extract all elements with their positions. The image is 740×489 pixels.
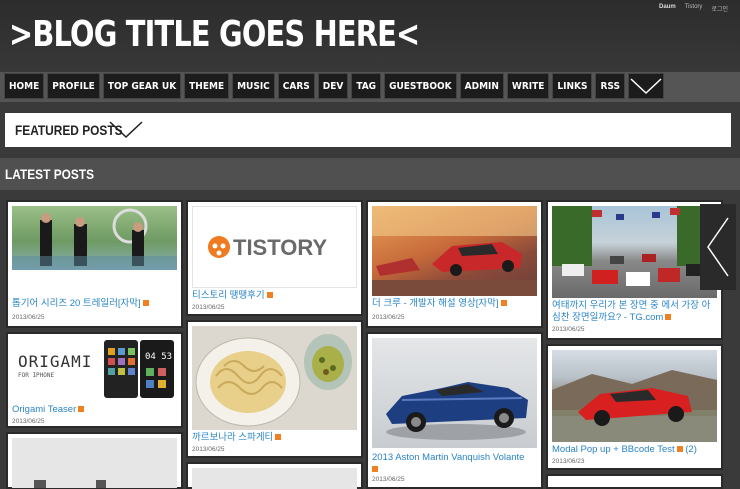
rss-icon bbox=[676, 446, 683, 453]
slider-prev-button[interactable] bbox=[700, 204, 736, 290]
featured-posts-label: FEATURED POSTS bbox=[15, 122, 123, 138]
nav-item-cars[interactable]: CARS bbox=[277, 73, 315, 99]
post-card[interactable] bbox=[186, 462, 363, 489]
post-thumbnail: TISTORY bbox=[192, 206, 357, 288]
nav-item-dev[interactable]: DEV bbox=[317, 73, 349, 99]
nav-item-admin[interactable]: ADMIN bbox=[459, 73, 504, 99]
blog-title[interactable]: >BLOG TITLE GOES HERE< bbox=[9, 14, 420, 55]
nav-item-links[interactable]: LINKS bbox=[552, 73, 593, 99]
post-date: 2013/06/23 bbox=[552, 458, 585, 465]
nav-item-tag[interactable]: TAG bbox=[351, 73, 382, 99]
rss-icon bbox=[142, 300, 149, 307]
post-date: 2013/06/25 bbox=[12, 314, 45, 321]
post-card[interactable]: 2013 Aston Martin Vanquish Volante 2013/… bbox=[366, 332, 543, 489]
latest-posts-label: LATEST POSTS bbox=[5, 166, 95, 182]
post-date: 2013/06/25 bbox=[12, 418, 45, 425]
rss-icon bbox=[500, 300, 507, 307]
post-title[interactable]: 더 크루 - 개발자 해설 영상[자막] bbox=[372, 298, 507, 310]
post-thumbnail bbox=[12, 438, 177, 488]
post-title[interactable]: 까르보나라 스파게티 bbox=[192, 432, 282, 444]
post-card[interactable] bbox=[6, 432, 183, 489]
post-date: 2013/06/25 bbox=[192, 304, 225, 311]
post-title[interactable]: Origami Teaser bbox=[12, 404, 85, 416]
post-card[interactable]: 여태까지 우리가 본 장면 중 에서 가장 아심찬 장면일까요? - TG.co… bbox=[546, 200, 723, 340]
nav-item-theme[interactable]: THEME bbox=[184, 73, 230, 99]
main-navigation: HOME PROFILE TOP GEAR UK THEME MUSIC CAR… bbox=[0, 72, 740, 102]
nav-item-guestbook[interactable]: GUESTBOOK bbox=[384, 73, 457, 99]
chevron-down-icon[interactable] bbox=[109, 121, 143, 139]
rss-icon bbox=[275, 434, 282, 441]
post-title[interactable]: 여태까지 우리가 본 장면 중 에서 가장 아심찬 장면일까요? - TG.co… bbox=[552, 300, 718, 324]
top-link-daum[interactable]: Daum bbox=[659, 4, 676, 13]
tistory-logo: TISTORY bbox=[233, 235, 328, 260]
post-thumbnail bbox=[372, 338, 537, 448]
featured-posts-bar[interactable]: FEATURED POSTS bbox=[5, 113, 731, 147]
post-card[interactable]: Modal Pop up + BBcode Test (2) 2013/06/2… bbox=[546, 344, 723, 470]
nav-item-rss[interactable]: RSS bbox=[595, 73, 625, 99]
post-date: 2013/06/25 bbox=[372, 476, 405, 483]
post-date: 2013/06/25 bbox=[552, 326, 585, 333]
nav-item-music[interactable]: MUSIC bbox=[232, 73, 275, 99]
nav-item-profile[interactable]: PROFILE bbox=[47, 73, 100, 99]
post-thumbnail: ORIGAMI FOR IPHONE 04 53 bbox=[12, 338, 177, 400]
post-thumbnail bbox=[12, 206, 177, 270]
post-card[interactable]: 더 크루 - 개발자 해설 영상[자막] 2013/06/25 bbox=[366, 200, 543, 328]
post-title[interactable]: 톱기어 시리즈 20 트레일러[자막] bbox=[12, 298, 149, 310]
rss-icon bbox=[78, 406, 85, 413]
nav-item-write[interactable]: WRITE bbox=[506, 73, 550, 99]
post-date: 2013/06/25 bbox=[372, 314, 405, 321]
post-thumbnail bbox=[372, 206, 537, 296]
post-card[interactable]: 까르보나라 스파게티 2013/06/25 bbox=[186, 320, 363, 458]
post-thumbnail bbox=[192, 468, 357, 489]
post-date: 2013/06/25 bbox=[192, 446, 225, 453]
comment-count[interactable]: (2) bbox=[685, 444, 697, 455]
blog-header: >BLOG TITLE GOES HERE< Daum Tistory 로그인 bbox=[0, 0, 740, 72]
latest-posts-bar: LATEST POSTS bbox=[0, 158, 740, 190]
post-title[interactable]: Modal Pop up + BBcode Test (2) bbox=[552, 444, 697, 456]
post-title[interactable]: 2013 Aston Martin Vanquish Volante bbox=[372, 452, 538, 476]
chevron-down-icon bbox=[630, 78, 662, 95]
top-links: Daum Tistory 로그인 bbox=[659, 4, 728, 13]
top-link-tistory[interactable]: Tistory bbox=[685, 4, 703, 13]
post-thumbnail bbox=[552, 350, 717, 442]
nav-item-home[interactable]: HOME bbox=[4, 73, 45, 99]
post-thumbnail bbox=[192, 326, 357, 430]
top-link-login[interactable]: 로그인 bbox=[711, 4, 728, 13]
nav-item-top-gear-uk[interactable]: TOP GEAR UK bbox=[102, 73, 182, 99]
rss-icon bbox=[372, 466, 378, 473]
chevron-left-icon bbox=[707, 217, 729, 277]
post-title[interactable]: 티스토리 땡땡후기 bbox=[192, 290, 273, 302]
post-thumbnail bbox=[552, 206, 717, 298]
rss-icon bbox=[665, 314, 672, 321]
rss-icon bbox=[266, 292, 273, 299]
post-card[interactable]: ORIGAMI FOR IPHONE 04 53 Origami Teaser … bbox=[6, 332, 183, 428]
post-card[interactable]: 톱기어 시리즈 20 트레일러[자막] 2013/06/25 bbox=[6, 200, 183, 328]
post-card[interactable]: TISTORY 티스토리 땡땡후기 2013/06/25 bbox=[186, 200, 363, 316]
post-card[interactable] bbox=[546, 474, 723, 489]
nav-expand-button[interactable] bbox=[627, 73, 664, 99]
